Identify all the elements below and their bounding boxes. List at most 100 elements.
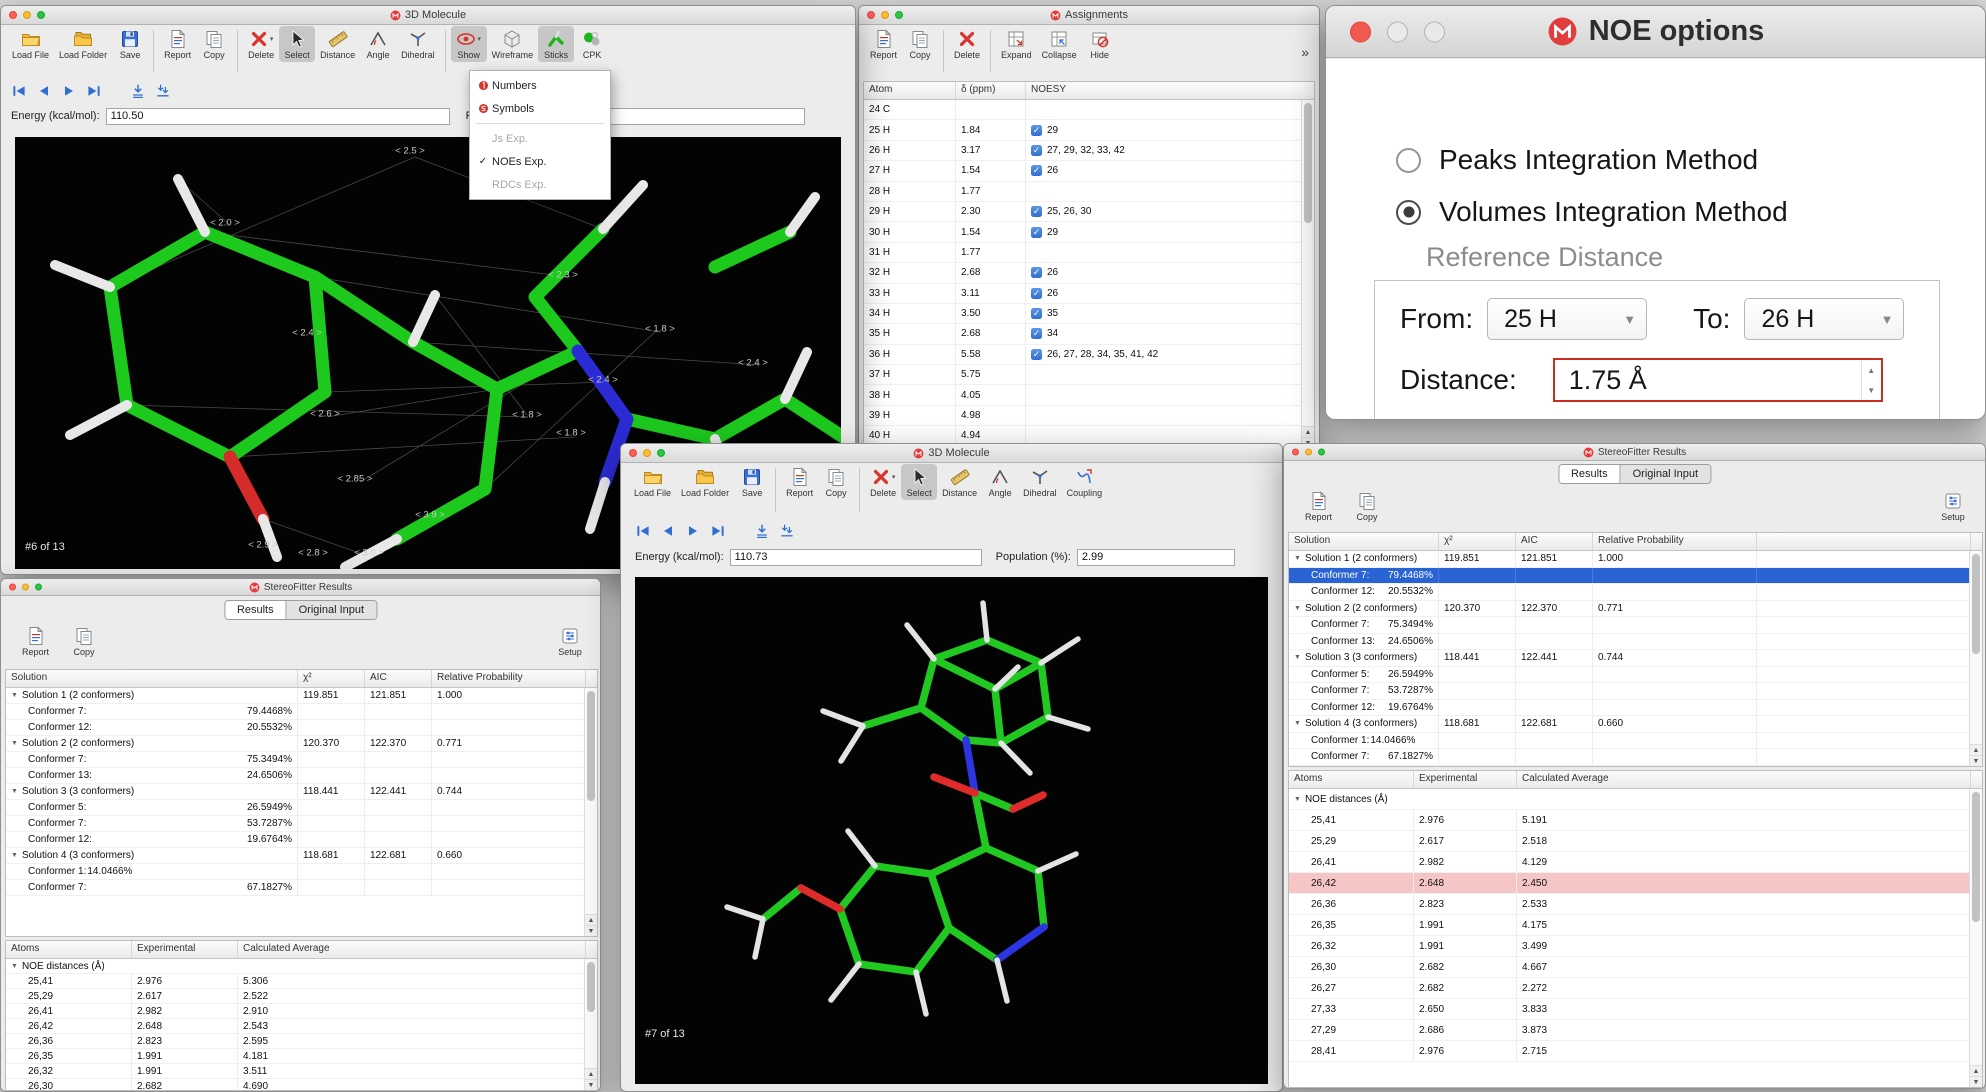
save-button[interactable]: Save bbox=[112, 26, 148, 62]
nav-next-button[interactable] bbox=[61, 83, 77, 99]
tab-results[interactable]: Results bbox=[225, 601, 287, 619]
scroll-down-arrow[interactable]: ▼ bbox=[1970, 755, 1982, 766]
titlebar[interactable]: 3D Molecule bbox=[1, 6, 855, 25]
menu-item-rdcs-exp[interactable]: RDCs Exp. bbox=[470, 173, 610, 196]
distance-button[interactable]: Distance bbox=[315, 26, 360, 62]
copy-button[interactable]: Copy bbox=[1349, 488, 1385, 524]
atom-row[interactable]: 25,412.9765.306 bbox=[6, 974, 584, 989]
table-row[interactable]: 33 H3.11✓26 bbox=[864, 284, 1301, 304]
checkbox-checked[interactable]: ✓ bbox=[1031, 288, 1042, 299]
menu-item-noes-exp[interactable]: ✓NOEs Exp. bbox=[470, 150, 610, 173]
atom-row[interactable]: 25,292.6172.518 bbox=[1289, 831, 1969, 852]
angle-button[interactable]: Angle bbox=[360, 26, 396, 62]
energy-input[interactable] bbox=[106, 108, 450, 125]
select-button[interactable]: Select bbox=[279, 26, 315, 62]
titlebar[interactable]: 3D Molecule bbox=[621, 444, 1282, 463]
solution-row[interactable]: ▼Solution 1 (2 conformers)119.851121.851… bbox=[1289, 551, 1969, 568]
disclosure-triangle-icon[interactable]: ▼ bbox=[1294, 555, 1301, 562]
atom-row[interactable]: 25,412.9765.191 bbox=[1289, 810, 1969, 831]
conformer-row[interactable]: Conformer 7:75.3494% bbox=[1289, 617, 1969, 634]
zoom-button[interactable] bbox=[657, 449, 665, 457]
conformer-row[interactable]: Conformer 5:26.5949% bbox=[6, 800, 584, 816]
copy-button[interactable]: Copy bbox=[902, 26, 938, 62]
minimize-button[interactable] bbox=[22, 584, 29, 591]
dihedral-button[interactable]: Dihedral bbox=[396, 26, 440, 62]
conformer-row[interactable]: Conformer 7:67.1827% bbox=[1289, 749, 1969, 766]
atom-row[interactable]: 25,292.6172.522 bbox=[6, 989, 584, 1004]
column-header-aic[interactable]: AIC bbox=[365, 670, 432, 687]
load-folder-button[interactable]: Load Folder bbox=[54, 26, 112, 62]
column-header-solution[interactable]: Solution bbox=[6, 670, 298, 687]
table-row[interactable]: 35 H2.68✓34 bbox=[864, 324, 1301, 344]
copy-button[interactable]: Copy bbox=[196, 26, 232, 62]
disclosure-triangle-icon[interactable]: ▼ bbox=[11, 788, 18, 795]
population-input[interactable] bbox=[1077, 549, 1235, 566]
atom-row[interactable]: 26,272.6822.272 bbox=[1289, 978, 1969, 999]
delete-button[interactable]: ▾Delete bbox=[243, 26, 279, 62]
more-tools-button[interactable]: » bbox=[1301, 44, 1309, 60]
distance-button[interactable]: Distance bbox=[937, 464, 982, 500]
setup-button[interactable]: Setup bbox=[1935, 488, 1971, 524]
column-header-calculated-average[interactable]: Calculated Average bbox=[238, 941, 586, 958]
nav-last-button[interactable] bbox=[86, 83, 102, 99]
column-header-calculated-average[interactable]: Calculated Average bbox=[1517, 771, 1971, 788]
conformer-row[interactable]: Conformer 12:19.6764% bbox=[6, 832, 584, 848]
column-header-shift[interactable]: δ (ppm) bbox=[956, 82, 1026, 99]
expand-button[interactable]: Expand bbox=[996, 26, 1037, 62]
vertical-scrollbar[interactable]: ▲ ▼ bbox=[1969, 551, 1982, 766]
table-row[interactable]: 28 H1.77 bbox=[864, 182, 1301, 202]
scrollbar-thumb[interactable] bbox=[587, 691, 595, 801]
column-header-[interactable]: χ² bbox=[1439, 533, 1516, 550]
table-row[interactable]: 27 H1.54✓26 bbox=[864, 161, 1301, 181]
atom-row[interactable]: 26,302.6824.667 bbox=[1289, 957, 1969, 978]
vertical-scrollbar[interactable]: ▲ ▼ bbox=[1969, 789, 1982, 1087]
table-row[interactable]: 26 H3.17✓27, 29, 32, 33, 42 bbox=[864, 141, 1301, 161]
table-row[interactable]: 34 H3.50✓35 bbox=[864, 304, 1301, 324]
scrollbar-thumb[interactable] bbox=[1972, 554, 1980, 654]
overlay-b-button[interactable] bbox=[155, 83, 171, 99]
conformer-row[interactable]: Conformer 7:53.7287% bbox=[6, 816, 584, 832]
scroll-down-arrow[interactable]: ▼ bbox=[585, 925, 597, 936]
column-header-atom[interactable]: Atom bbox=[864, 82, 956, 99]
cpk-button[interactable]: CPK bbox=[574, 26, 610, 62]
vertical-scrollbar[interactable]: ▲ ▼ bbox=[1301, 100, 1314, 448]
select-button[interactable]: Select bbox=[901, 464, 937, 500]
nav-prev-button[interactable] bbox=[36, 83, 52, 99]
column-header-experimental[interactable]: Experimental bbox=[132, 941, 238, 958]
load-file-button[interactable]: Load File bbox=[629, 464, 676, 500]
close-button[interactable] bbox=[9, 11, 17, 19]
table-row[interactable]: 37 H5.75 bbox=[864, 365, 1301, 385]
delete-button[interactable]: ▾Delete bbox=[865, 464, 901, 500]
molecule-viewport[interactable]: #7 of 13 bbox=[635, 577, 1268, 1084]
menu-item-numbers[interactable]: Numbers bbox=[470, 74, 610, 97]
setup-button[interactable]: Setup bbox=[552, 623, 588, 659]
atom-row[interactable]: 26,321.9913.511 bbox=[6, 1064, 584, 1079]
menu-item-symbols[interactable]: Symbols bbox=[470, 97, 610, 120]
close-button[interactable] bbox=[1292, 449, 1299, 456]
sticks-button[interactable]: Sticks bbox=[538, 26, 574, 62]
conformer-row[interactable]: Conformer 1:14.0466% bbox=[1289, 733, 1969, 750]
scrollbar-thumb[interactable] bbox=[1972, 792, 1980, 922]
atom-row[interactable]: 26,412.9824.129 bbox=[1289, 852, 1969, 873]
zoom-button[interactable] bbox=[1318, 449, 1325, 456]
checkbox-checked[interactable]: ✓ bbox=[1031, 125, 1042, 136]
zoom-button[interactable] bbox=[1424, 21, 1445, 42]
copy-button[interactable]: Copy bbox=[818, 464, 854, 500]
distance-input[interactable]: 1.75 Å ▲ ▼ bbox=[1553, 358, 1883, 402]
minimize-button[interactable] bbox=[23, 11, 31, 19]
conformer-row[interactable]: Conformer 7:79.4468% bbox=[6, 704, 584, 720]
nav-prev-button[interactable] bbox=[660, 523, 676, 539]
report-button[interactable]: Report bbox=[17, 623, 54, 659]
titlebar[interactable]: StereoFitter Results bbox=[1, 579, 600, 596]
solution-row[interactable]: ▼Solution 1 (2 conformers)119.851121.851… bbox=[6, 688, 584, 704]
angle-button[interactable]: Angle bbox=[982, 464, 1018, 500]
scroll-down-arrow[interactable]: ▼ bbox=[1970, 1076, 1982, 1087]
solution-row[interactable]: ▼Solution 4 (3 conformers)118.681122.681… bbox=[1289, 716, 1969, 733]
disclosure-triangle-icon[interactable]: ▼ bbox=[11, 692, 18, 699]
checkbox-checked[interactable]: ✓ bbox=[1031, 349, 1042, 360]
scroll-up-arrow[interactable]: ▲ bbox=[585, 914, 597, 925]
load-file-button[interactable]: Load File bbox=[7, 26, 54, 62]
column-header-[interactable]: χ² bbox=[298, 670, 365, 687]
column-header-relative-probability[interactable]: Relative Probability bbox=[432, 670, 586, 687]
nav-last-button[interactable] bbox=[710, 523, 726, 539]
